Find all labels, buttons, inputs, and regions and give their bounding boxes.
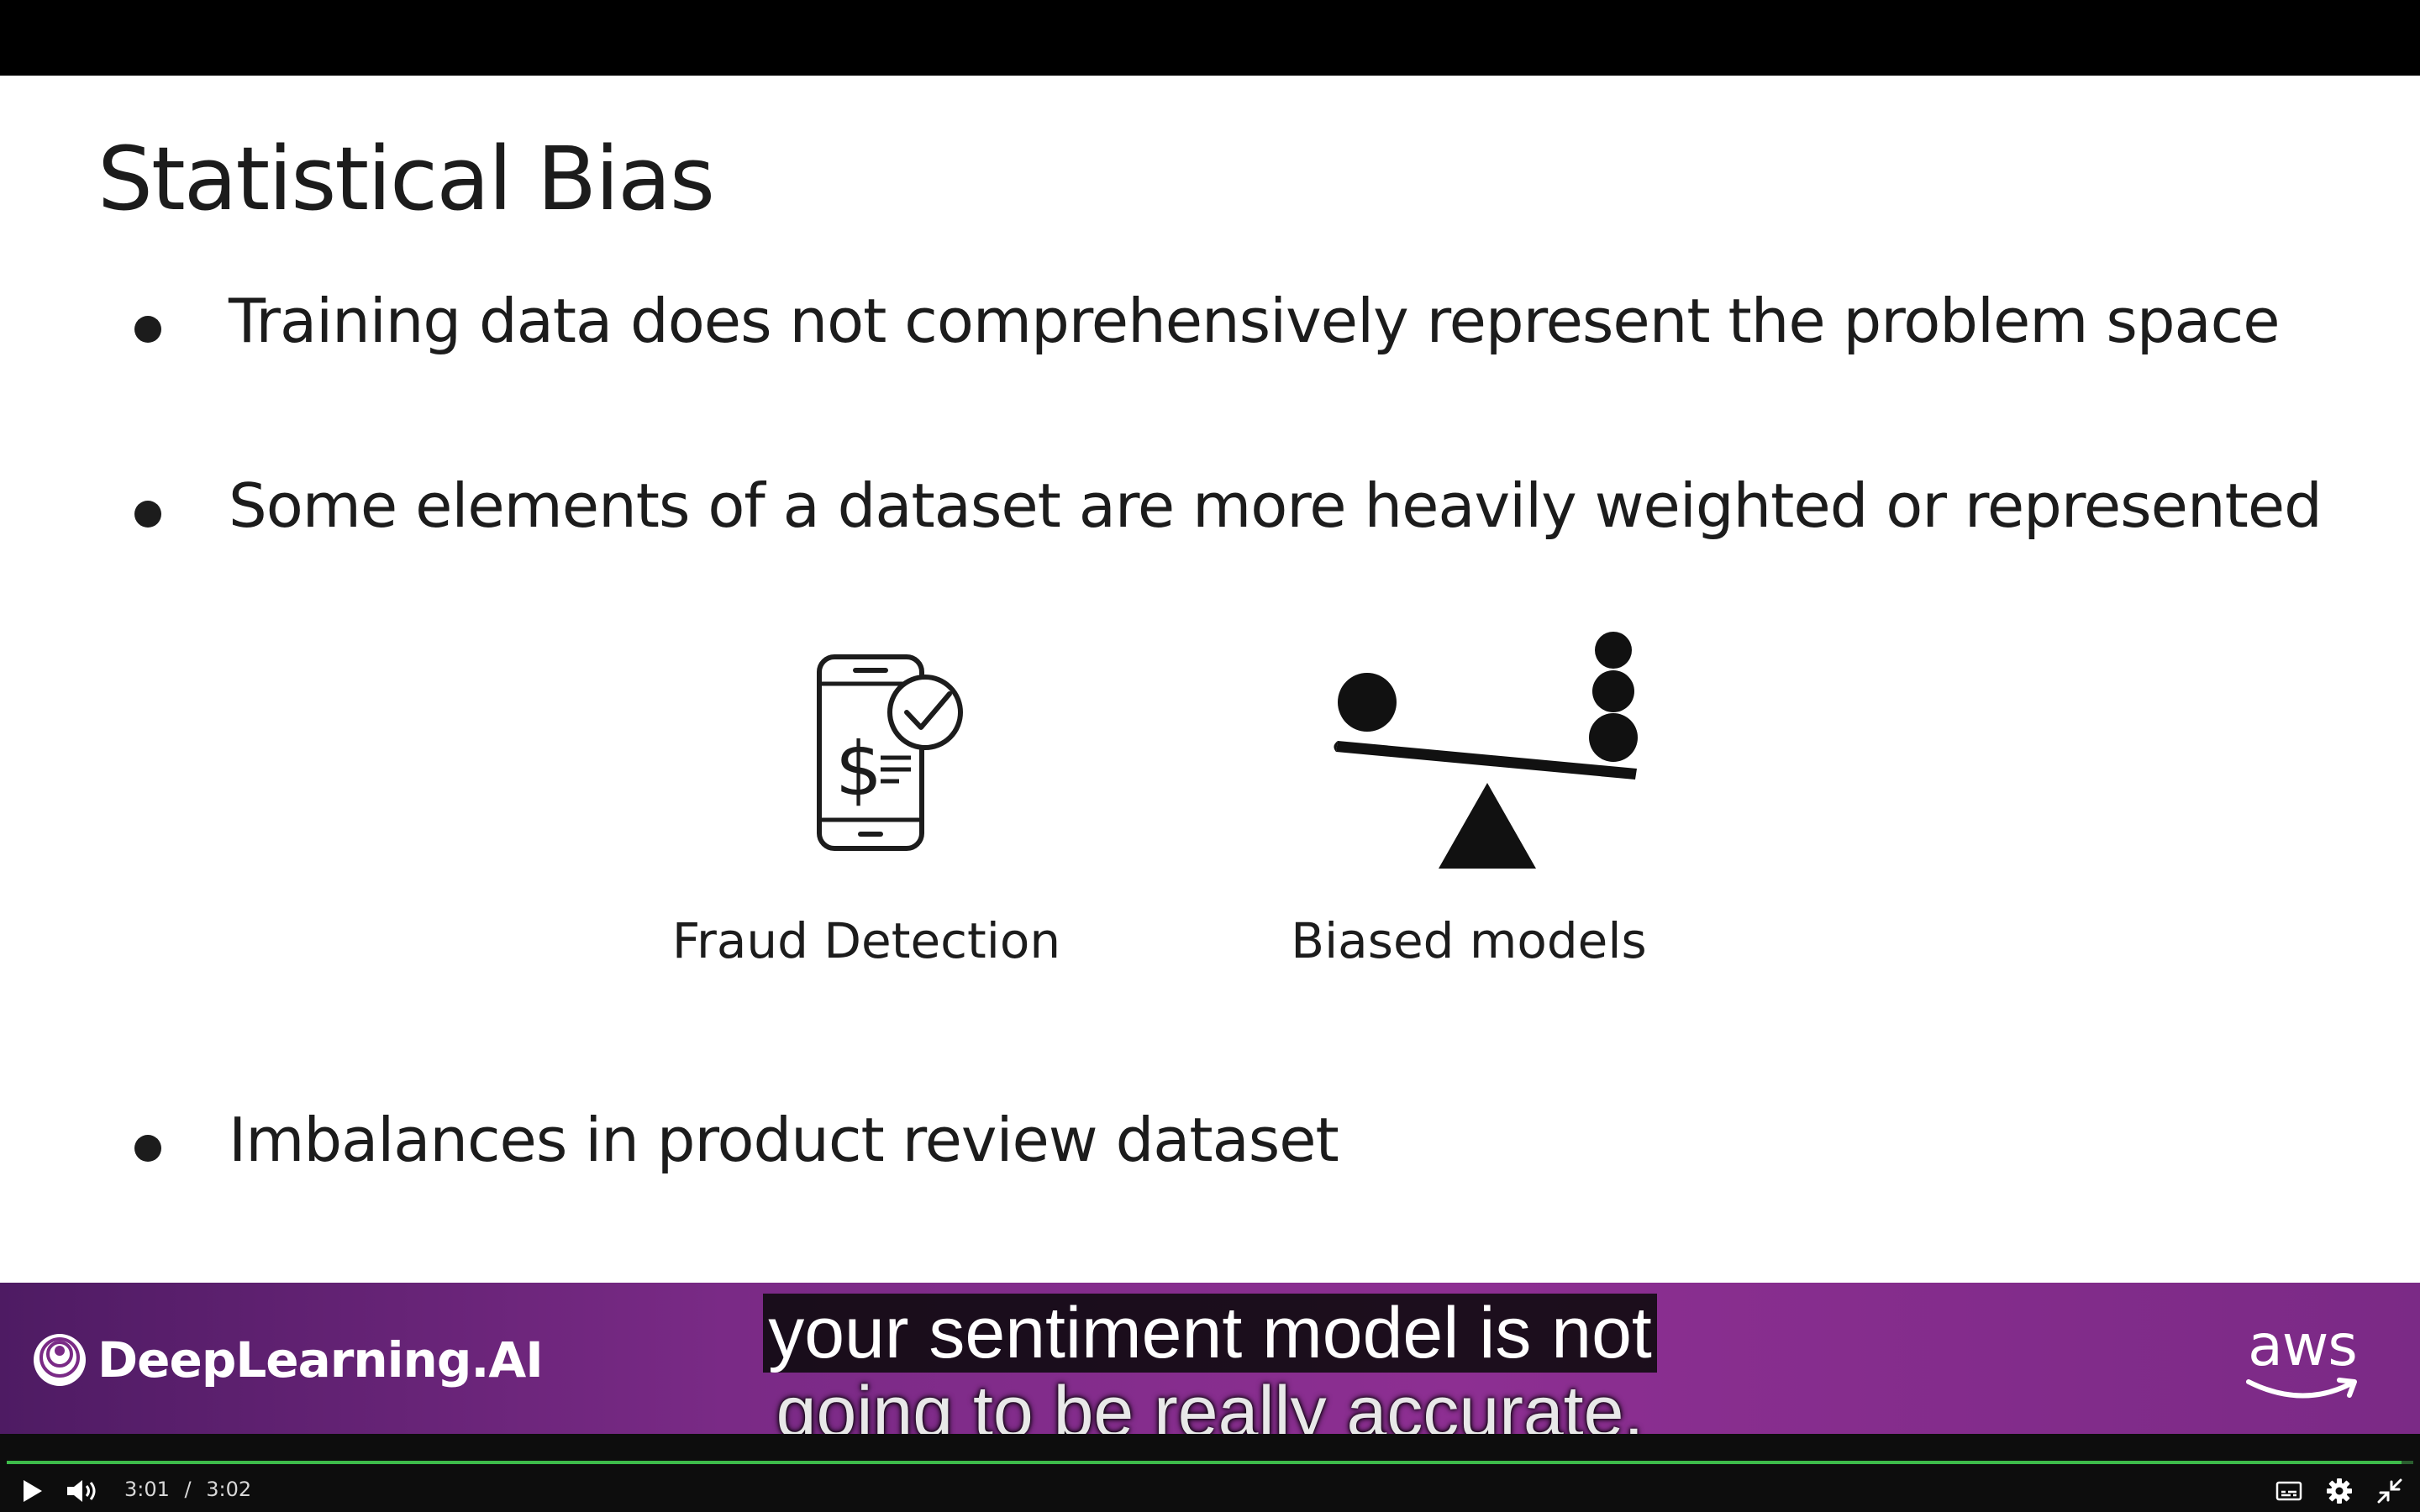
play-icon <box>24 1480 42 1502</box>
bullet-item: Some elements of a dataset are more heav… <box>0 470 2420 554</box>
progress-bar[interactable] <box>7 1461 2413 1464</box>
subtitle-captions: your sentiment model is not going to be … <box>0 1294 2420 1452</box>
volume-icon <box>67 1480 96 1502</box>
icon-label-biased-models: Biased models <box>1291 912 1647 969</box>
exit-fullscreen-icon <box>2377 1478 2402 1504</box>
captions-button[interactable] <box>2274 1476 2304 1506</box>
settings-button[interactable] <box>2324 1476 2354 1506</box>
slide: Statistical Bias Training data does not … <box>0 76 2420 1283</box>
video-player-controls: 3:01 / 3:02 <box>0 1434 2420 1512</box>
time-separator: / <box>184 1478 192 1501</box>
progress-bar-fill <box>7 1461 2402 1464</box>
bullet-text: Imbalances in product review dataset <box>229 1105 1339 1175</box>
bullet-item: Training data does not comprehensively r… <box>0 286 2420 370</box>
current-time: 3:01 <box>124 1478 170 1501</box>
time-display: 3:01 / 3:02 <box>124 1478 251 1501</box>
bullet-item: Imbalances in product review dataset <box>0 1105 2420 1189</box>
phone-payment-check-icon: $ <box>807 647 975 857</box>
seesaw-imbalance-icon <box>1328 630 1647 874</box>
bullet-dot <box>134 1135 161 1162</box>
bullet-dot <box>134 501 161 528</box>
bullet-dot <box>134 316 161 343</box>
bullet-text: Training data does not comprehensively r… <box>229 286 2281 356</box>
svg-text:$: $ <box>835 726 882 812</box>
exit-fullscreen-button[interactable] <box>2375 1476 2405 1506</box>
volume-button[interactable] <box>64 1476 101 1506</box>
letterbox-top <box>0 0 2420 76</box>
caption-line-1: your sentiment model is not <box>763 1294 1657 1373</box>
bullet-text: Some elements of a dataset are more heav… <box>229 470 2323 541</box>
settings-icon <box>2327 1478 2352 1504</box>
icon-label-fraud-detection: Fraud Detection <box>671 912 1061 969</box>
captions-icon <box>2275 1481 2302 1501</box>
slide-title: Statistical Bias <box>97 128 715 230</box>
duration: 3:02 <box>206 1478 252 1501</box>
play-button[interactable] <box>17 1476 47 1506</box>
